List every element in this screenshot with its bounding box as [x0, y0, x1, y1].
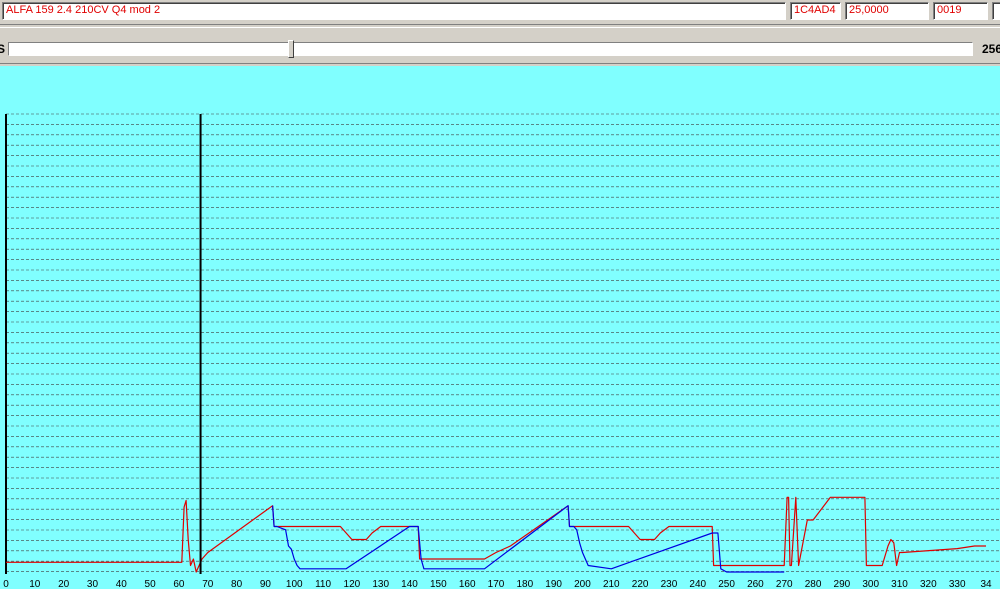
x-tick-label: 20 — [58, 579, 70, 589]
x-tick-label: 80 — [231, 579, 243, 589]
series-line-blue — [272, 505, 785, 573]
x-tick-label: 290 — [834, 579, 851, 589]
x-tick-label: 240 — [689, 579, 706, 589]
x-tick-label: 130 — [372, 579, 389, 589]
x-tick-label: 50 — [145, 579, 157, 589]
x-tick-label: 70 — [202, 579, 214, 589]
x-tick-label: 100 — [286, 579, 303, 589]
position-slider-track[interactable] — [8, 42, 973, 56]
x-tick-label: 280 — [805, 579, 822, 589]
x-tick-label: 0 — [3, 579, 9, 589]
x-tick-label: 320 — [920, 579, 937, 589]
app-window: ALFA 159 2.4 210CV Q4 mod 2 1C4AD4 25,00… — [0, 0, 1000, 589]
ecu-code-field[interactable]: 1C4AD4 — [790, 2, 841, 20]
x-tick-label: 90 — [260, 579, 272, 589]
x-tick-label: 300 — [862, 579, 879, 589]
x-tick-label: 190 — [545, 579, 562, 589]
signal-chart[interactable]: 0 10 20 30 40 50 60 70 80 90 100 110 120 130 140 150 160… — [0, 66, 1000, 589]
x-tick-label: 310 — [891, 579, 908, 589]
toolbar-divider — [0, 24, 1000, 28]
x-tick-label: 30 — [87, 579, 99, 589]
x-tick-label: 160 — [459, 579, 476, 589]
x-tick-label: 330 — [949, 579, 966, 589]
x-tick-label: 34 — [980, 579, 992, 589]
x-tick-label: 60 — [173, 579, 185, 589]
slider-right-label: 256 — [982, 42, 1000, 56]
x-tick-label: 10 — [29, 579, 41, 589]
value-field[interactable]: 25,0000 — [845, 2, 929, 20]
x-tick-label: 180 — [516, 579, 533, 589]
x-tick-label: 110 — [315, 579, 331, 589]
x-tick-label: 260 — [747, 579, 764, 589]
extra-field[interactable] — [992, 2, 1000, 20]
x-tick-label: 40 — [116, 579, 128, 589]
vehicle-title-field[interactable]: ALFA 159 2.4 210CV Q4 mod 2 — [2, 2, 786, 20]
x-tick-label: 150 — [430, 579, 447, 589]
position-slider-thumb[interactable] — [287, 40, 294, 58]
x-tick-label: 170 — [488, 579, 505, 589]
slider-left-label: S — [0, 42, 6, 56]
x-tick-label: 250 — [718, 579, 735, 589]
number-field[interactable]: 0019 — [933, 2, 988, 20]
x-tick-label: 140 — [401, 579, 418, 589]
x-tick-label: 210 — [603, 579, 620, 589]
x-tick-label: 230 — [661, 579, 678, 589]
x-tick-label: 220 — [632, 579, 649, 589]
x-tick-label: 120 — [344, 579, 361, 589]
x-tick-label: 200 — [574, 579, 591, 589]
x-tick-label: 270 — [776, 579, 793, 589]
signal-chart-svg[interactable]: 0 10 20 30 40 50 60 70 80 90 100 110 120 130 140 150 160… — [0, 66, 1000, 589]
